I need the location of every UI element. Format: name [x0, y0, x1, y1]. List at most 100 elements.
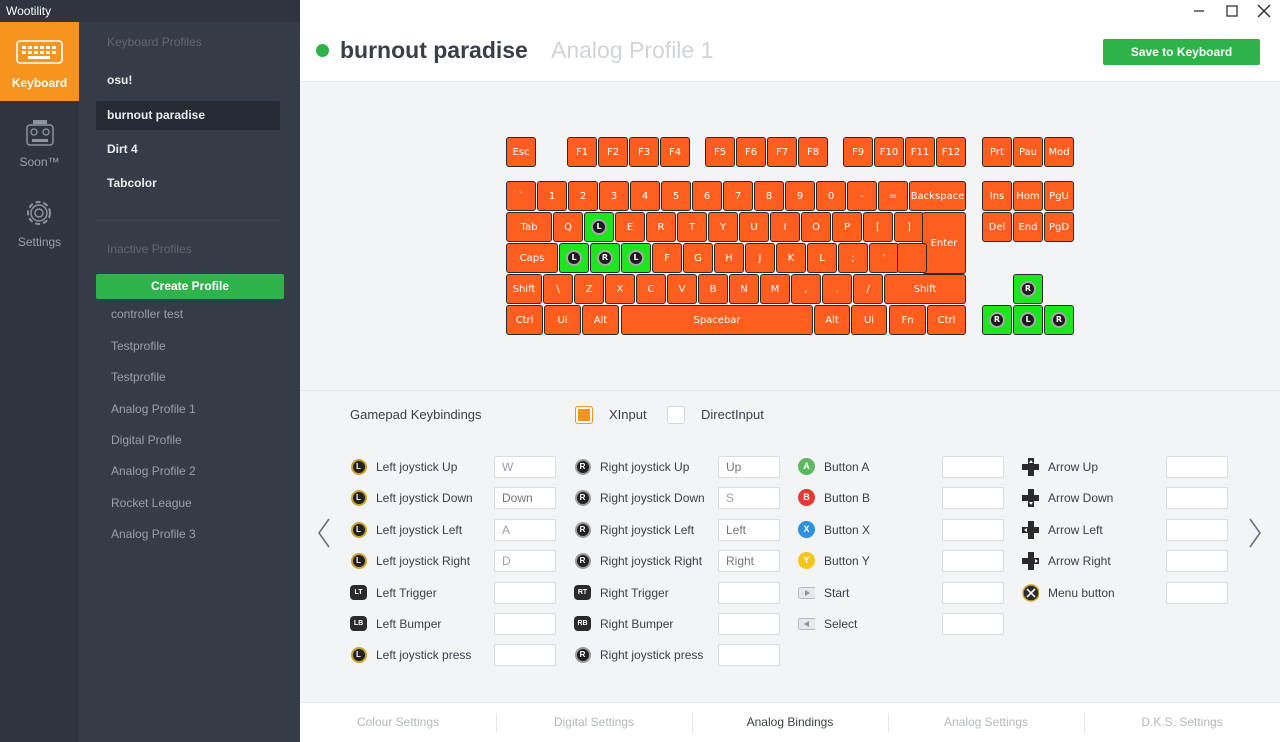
inactive-profile-item[interactable]: Rocket League	[111, 496, 192, 510]
key[interactable]: F1	[567, 137, 597, 167]
key[interactable]: Ui	[544, 305, 581, 335]
key[interactable]: B	[698, 274, 728, 304]
create-profile-button[interactable]: Create Profile	[96, 274, 284, 299]
key[interactable]: F2	[598, 137, 628, 167]
key[interactable]: Prt	[982, 137, 1012, 167]
key[interactable]: F10	[874, 137, 904, 167]
tab-analog-settings[interactable]: Analog Settings	[888, 703, 1084, 742]
key-bound-right-stick[interactable]: R	[590, 243, 620, 273]
key[interactable]: 4	[630, 181, 660, 211]
binding-input[interactable]	[942, 456, 1004, 478]
key-bound-left-stick[interactable]: L	[621, 243, 651, 273]
profile-item[interactable]: Tabcolor	[96, 169, 280, 198]
binding-input[interactable]	[494, 613, 556, 635]
key[interactable]: Fn	[889, 305, 926, 335]
tab-digital-settings[interactable]: Digital Settings	[496, 703, 692, 742]
binding-input[interactable]	[1166, 487, 1228, 509]
tab-analog-bindings[interactable]: Analog Bindings	[692, 703, 888, 742]
key[interactable]: E	[615, 212, 645, 242]
next-page-arrow[interactable]	[1248, 517, 1262, 558]
key[interactable]: Alt	[814, 305, 850, 335]
key-bound-right-stick[interactable]: R	[1044, 305, 1074, 335]
key[interactable]: H	[714, 243, 744, 273]
binding-input[interactable]	[718, 487, 780, 509]
key[interactable]: J	[745, 243, 775, 273]
binding-input[interactable]	[494, 550, 556, 572]
profile-item[interactable]: Dirt 4	[96, 135, 280, 164]
key[interactable]: X	[605, 274, 635, 304]
key[interactable]: \	[543, 274, 573, 304]
key[interactable]: Caps	[506, 243, 558, 273]
key[interactable]: .	[822, 274, 852, 304]
key[interactable]: 5	[661, 181, 691, 211]
key[interactable]: I	[770, 212, 800, 242]
key[interactable]: ;	[838, 243, 868, 273]
key[interactable]: F6	[736, 137, 766, 167]
key[interactable]: 6	[692, 181, 722, 211]
key[interactable]: Backspace	[909, 181, 966, 211]
tab-colour-settings[interactable]: Colour Settings	[300, 703, 496, 742]
key[interactable]: /	[853, 274, 883, 304]
key[interactable]: [	[863, 212, 893, 242]
binding-input[interactable]	[1166, 456, 1228, 478]
binding-input[interactable]	[494, 582, 556, 604]
key-enter[interactable]: Enter	[922, 212, 966, 274]
key[interactable]	[897, 243, 927, 273]
key[interactable]: M	[760, 274, 790, 304]
key[interactable]: O	[801, 212, 831, 242]
nav-soon[interactable]: Soon™	[0, 101, 79, 180]
inactive-profile-item[interactable]: controller test	[111, 307, 183, 321]
binding-input[interactable]	[1166, 519, 1228, 541]
profile-item[interactable]: osu!	[96, 66, 280, 95]
key[interactable]: F4	[660, 137, 690, 167]
nav-settings[interactable]: Settings	[0, 180, 79, 259]
key-spacebar[interactable]: Spacebar	[621, 305, 813, 335]
inactive-profile-item[interactable]: Digital Profile	[111, 433, 182, 447]
key[interactable]: 3	[599, 181, 629, 211]
key[interactable]: Tab	[506, 212, 552, 242]
binding-input[interactable]	[494, 487, 556, 509]
key[interactable]: V	[667, 274, 697, 304]
key[interactable]: Pau	[1013, 137, 1043, 167]
binding-input[interactable]	[718, 644, 780, 666]
key[interactable]: 7	[723, 181, 753, 211]
tab-dks-settings[interactable]: D.K.S. Settings	[1084, 703, 1280, 742]
nav-keyboard[interactable]: Keyboard	[0, 22, 79, 101]
binding-input[interactable]	[1166, 582, 1228, 604]
key[interactable]: N	[729, 274, 759, 304]
key-bound-left-stick[interactable]: L	[559, 243, 589, 273]
key-bound-left-stick[interactable]: L	[584, 212, 614, 242]
key[interactable]: Del	[982, 212, 1012, 242]
save-to-keyboard-button[interactable]: Save to Keyboard	[1103, 39, 1260, 65]
key[interactable]: Ui	[851, 305, 887, 335]
inactive-profile-item[interactable]: Testprofile	[111, 339, 166, 353]
binding-input[interactable]	[942, 613, 1004, 635]
key-bound-left-stick[interactable]: L	[1013, 305, 1043, 335]
key-bound-right-stick[interactable]: R	[982, 305, 1012, 335]
key[interactable]: End	[1013, 212, 1043, 242]
key[interactable]: Shift	[506, 274, 542, 304]
key[interactable]: F	[652, 243, 682, 273]
key[interactable]: C	[636, 274, 666, 304]
key[interactable]: F7	[767, 137, 797, 167]
key[interactable]: '	[869, 243, 899, 273]
profile-item-selected[interactable]: burnout paradise	[96, 101, 280, 130]
key[interactable]: =	[878, 181, 908, 211]
inactive-profile-item[interactable]: Testprofile	[111, 370, 166, 384]
binding-input[interactable]	[718, 456, 780, 478]
binding-input[interactable]	[718, 613, 780, 635]
key[interactable]: G	[683, 243, 713, 273]
key[interactable]: Mod	[1044, 137, 1074, 167]
key[interactable]: F3	[629, 137, 659, 167]
key[interactable]: F9	[843, 137, 873, 167]
binding-input[interactable]	[718, 519, 780, 541]
key[interactable]: P	[832, 212, 862, 242]
key-bound-right-stick[interactable]: R	[1013, 274, 1043, 304]
binding-input[interactable]	[942, 487, 1004, 509]
minimize-button[interactable]	[1190, 2, 1208, 20]
directinput-radio[interactable]	[667, 406, 685, 424]
key[interactable]: Esc	[506, 137, 536, 167]
key[interactable]: Z	[574, 274, 604, 304]
key[interactable]: L	[807, 243, 837, 273]
key[interactable]: 8	[754, 181, 784, 211]
